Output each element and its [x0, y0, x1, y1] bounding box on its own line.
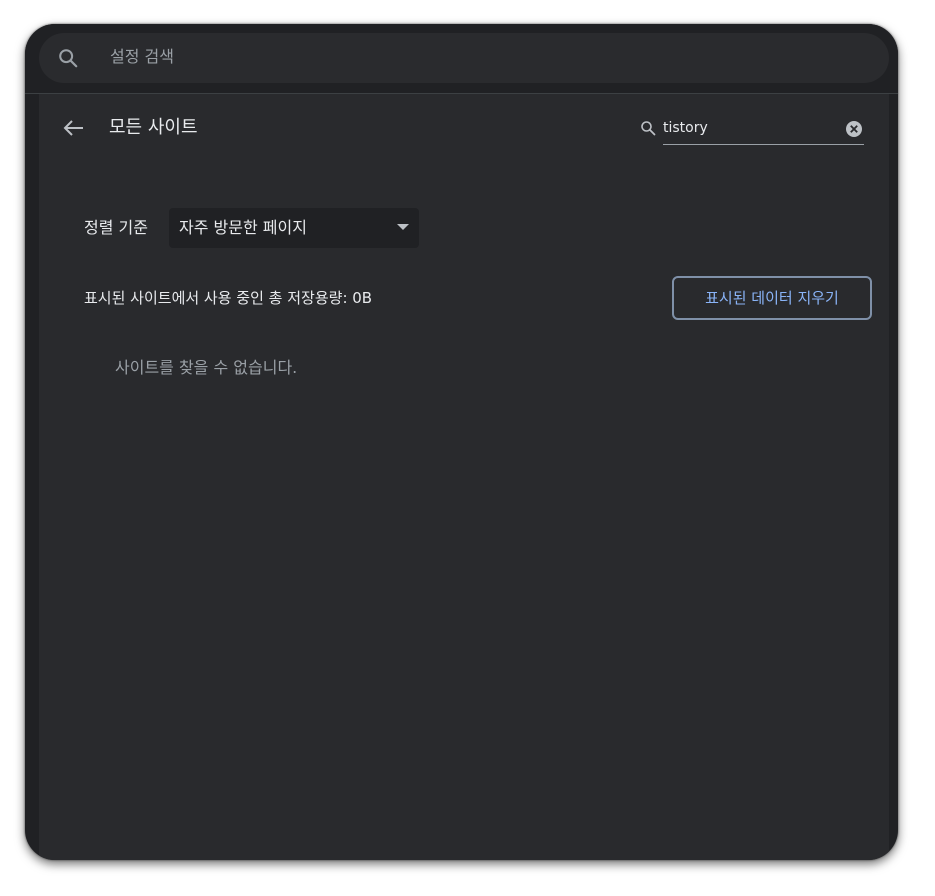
sort-selected-value: 자주 방문한 페이지 — [179, 218, 307, 237]
page-header: 모든 사이트 — [39, 94, 889, 162]
sort-label: 정렬 기준 — [84, 218, 148, 237]
clear-circle-icon[interactable] — [845, 120, 863, 138]
settings-search-placeholder: 설정 검색 — [110, 47, 174, 66]
site-search — [639, 114, 864, 145]
no-sites-message: 사이트를 찾을 수 없습니다. — [115, 358, 298, 377]
sort-dropdown[interactable]: 자주 방문한 페이지 — [169, 208, 419, 248]
dropdown-arrow-icon — [397, 224, 409, 230]
search-icon — [59, 49, 78, 68]
page-title: 모든 사이트 — [109, 117, 198, 138]
search-icon — [641, 121, 656, 136]
storage-usage-text: 표시된 사이트에서 사용 중인 총 저장용량: 0B — [84, 289, 373, 307]
arrow-left-icon[interactable] — [59, 116, 87, 140]
site-search-input[interactable] — [663, 116, 833, 140]
clear-displayed-data-button[interactable]: 표시된 데이터 지우기 — [672, 276, 872, 320]
settings-search-field[interactable]: 설정 검색 — [39, 33, 889, 83]
all-sites-panel: 모든 사이트 정렬 기준 자주 방문한 페이지 표시된 사이트에서 사용 중 — [39, 94, 889, 860]
settings-window: 설정 검색 모든 사이트 tistory 정렬 기준 자주 방문한 페이지 표시… — [25, 24, 898, 860]
top-search-bar: 설정 검색 — [25, 24, 898, 94]
site-search-underline — [663, 144, 864, 145]
